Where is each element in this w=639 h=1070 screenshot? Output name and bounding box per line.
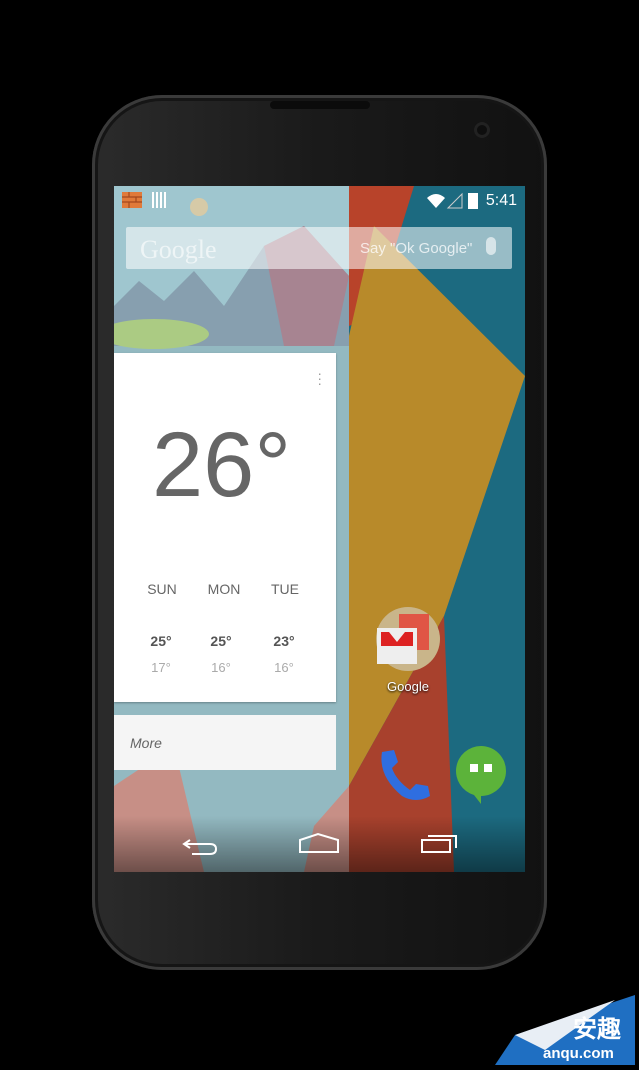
status-system-icons <box>427 192 478 209</box>
overflow-menu-icon[interactable]: · · · <box>317 366 322 390</box>
firewall-icon <box>122 192 142 208</box>
home-icon[interactable] <box>298 832 340 856</box>
google-folder-icon <box>376 607 440 671</box>
google-logo: Google <box>140 235 217 264</box>
wifi-icon <box>427 194 445 208</box>
forecast-day: SUN <box>147 581 177 597</box>
recents-icon[interactable] <box>420 832 460 856</box>
front-camera <box>474 122 490 138</box>
hangouts-icon[interactable] <box>454 744 508 806</box>
forecast-day: TUE <box>271 581 299 597</box>
forecast-day: MON <box>207 581 241 597</box>
app-google-folder[interactable]: Google <box>374 606 442 696</box>
more-card[interactable]: More <box>114 715 336 770</box>
barcode-icon <box>152 192 166 208</box>
forecast-high: 23° <box>273 633 295 649</box>
forecast-high: 25° <box>210 633 232 649</box>
app-label: Google <box>387 679 429 694</box>
screen: 5:41 Google Say "Ok Google" · · · 26° SUN … <box>114 186 525 872</box>
speaker-grille <box>270 101 370 109</box>
forecast-low: 17° <box>151 660 171 675</box>
back-icon[interactable] <box>182 834 218 858</box>
forecast-low: 16° <box>211 660 231 675</box>
status-time: 5:41 <box>485 192 517 209</box>
google-search-bar[interactable]: Google Say "Ok Google" <box>126 227 512 269</box>
more-label: More <box>130 735 162 751</box>
anqu-watermark-logo: 安趣 anqu.com <box>495 995 635 1065</box>
search-hint: Say "Ok Google" <box>360 240 473 257</box>
battery-charging-icon <box>468 193 478 209</box>
forecast-low: 16° <box>274 660 294 675</box>
navigation-bar <box>114 816 525 872</box>
mic-icon[interactable] <box>486 237 496 255</box>
status-bar: 5:41 <box>114 186 525 216</box>
status-notification-icons <box>122 192 166 208</box>
watermark-url: anqu.com <box>543 1045 614 1062</box>
current-temperature: 26° <box>152 414 292 516</box>
phone-icon[interactable] <box>376 746 434 804</box>
watermark-text: 安趣 <box>573 1016 621 1043</box>
signal-icon <box>446 192 463 209</box>
weather-card[interactable]: · · · 26° SUN MON TUE 25° 25° 23° 17° 16° … <box>114 353 336 702</box>
forecast-high: 25° <box>150 633 172 649</box>
